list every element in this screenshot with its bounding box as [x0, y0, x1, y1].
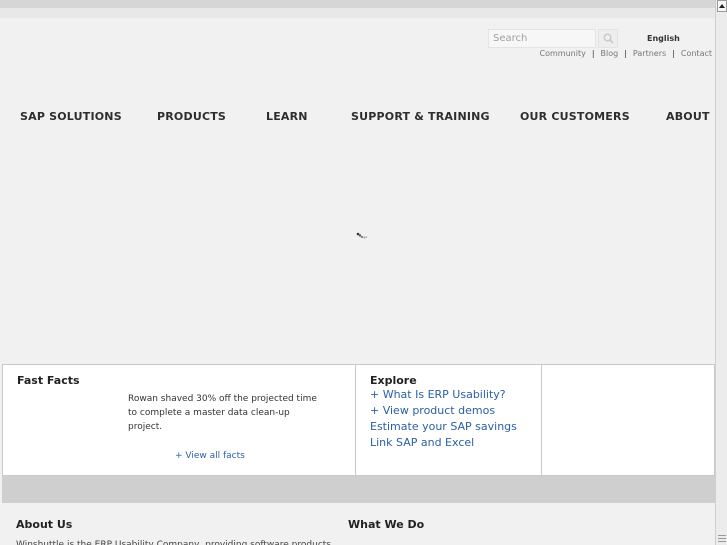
- explore-title: Explore: [370, 374, 417, 387]
- link-view-product-demos[interactable]: + View product demos: [370, 404, 495, 417]
- link-blog[interactable]: Blog: [601, 49, 619, 58]
- link-contact[interactable]: Contact: [681, 49, 712, 58]
- about-us-title: About Us: [16, 518, 73, 531]
- separator: |: [672, 49, 675, 58]
- language-selector[interactable]: English: [647, 34, 680, 43]
- link-what-is-erp-usability[interactable]: + What Is ERP Usability?: [370, 388, 506, 401]
- separator: |: [624, 49, 627, 58]
- scroll-grip-icon: [717, 533, 727, 543]
- link-partners[interactable]: Partners: [633, 49, 666, 58]
- nav-support-training[interactable]: SUPPORT & TRAINING: [351, 110, 490, 123]
- what-we-do-title: What We Do: [348, 518, 425, 531]
- nav-about[interactable]: ABOUT: [666, 110, 710, 123]
- main-nav: SAP SOLUTIONS PRODUCTS LEARN SUPPORT & T…: [20, 110, 710, 124]
- explore-list: + What Is ERP Usability? + View product …: [370, 387, 517, 451]
- column-divider: [541, 365, 542, 475]
- search-icon: [603, 33, 614, 44]
- utility-links: Community | Blog | Partners | Contact: [540, 49, 712, 58]
- link-estimate-sap-savings[interactable]: Estimate your SAP savings: [370, 420, 517, 433]
- top-strip-light: [0, 8, 715, 18]
- list-item: + What Is ERP Usability?: [370, 387, 517, 403]
- fast-facts-text: Rowan shaved 30% off the projected time …: [128, 394, 317, 432]
- fast-facts-title: Fast Facts: [17, 374, 80, 387]
- grey-band: [2, 476, 715, 503]
- top-strip: [0, 0, 715, 8]
- list-item: Link SAP and Excel: [370, 435, 517, 451]
- column-divider: [355, 365, 356, 475]
- nav-our-customers[interactable]: OUR CUSTOMERS: [520, 110, 630, 123]
- list-item: + View product demos: [370, 403, 517, 419]
- content-panel: Fast Facts Rowan shaved 30% off the proj…: [2, 364, 715, 476]
- link-community[interactable]: Community: [540, 49, 586, 58]
- list-item: Estimate your SAP savings: [370, 419, 517, 435]
- vertical-scrollbar[interactable]: [715, 0, 727, 545]
- search-input[interactable]: [488, 29, 596, 48]
- nav-products[interactable]: PRODUCTS: [157, 110, 226, 123]
- nav-learn[interactable]: LEARN: [266, 110, 308, 123]
- search-button[interactable]: [598, 29, 618, 48]
- loading-spinner-icon: [356, 232, 368, 239]
- nav-sap-solutions[interactable]: SAP SOLUTIONS: [20, 110, 122, 123]
- separator: |: [591, 49, 595, 58]
- view-all-facts-link[interactable]: + View all facts: [175, 451, 245, 461]
- link-sap-excel[interactable]: Link SAP and Excel: [370, 436, 474, 449]
- scroll-up-button[interactable]: [717, 0, 727, 12]
- about-us-text: Winshuttle is the ERP Usability Company,…: [16, 540, 331, 545]
